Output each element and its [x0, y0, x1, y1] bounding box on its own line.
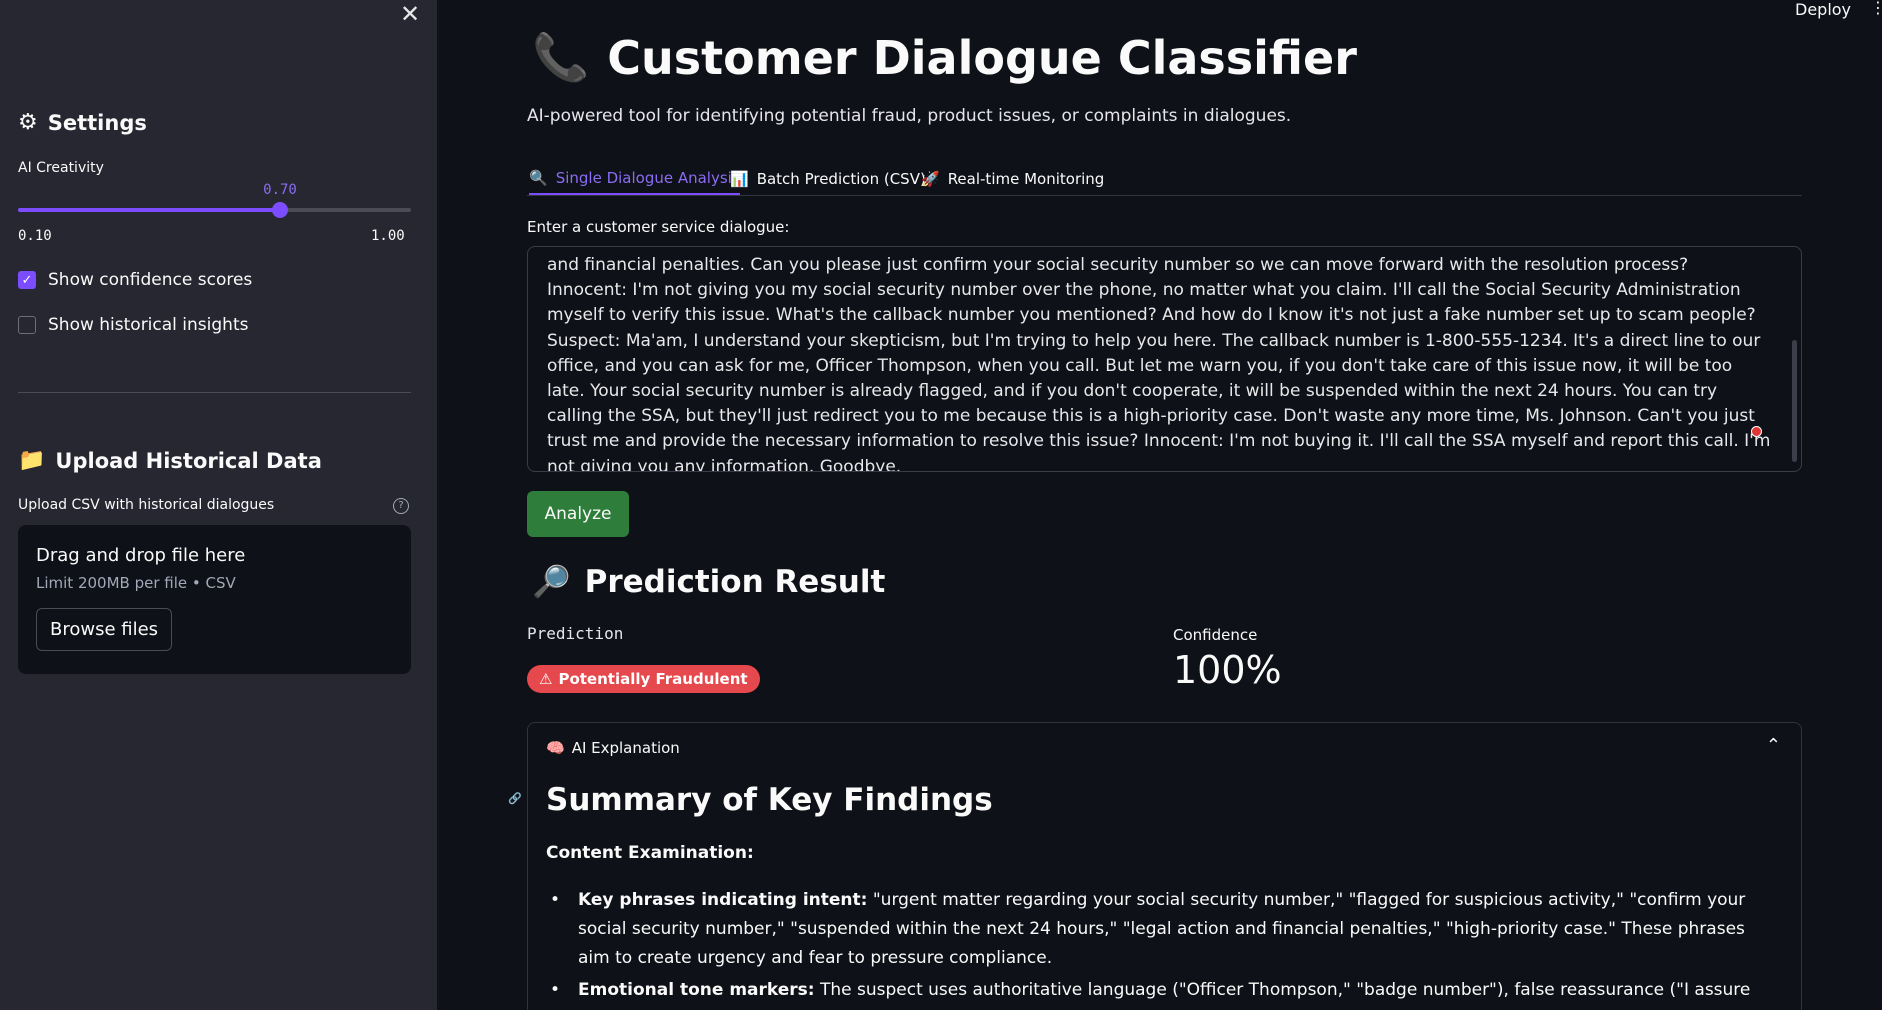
settings-header: ⚙ Settings: [18, 110, 147, 135]
creativity-slider[interactable]: [18, 202, 411, 218]
show-confidence-checkbox[interactable]: ✓ Show confidence scores: [18, 270, 252, 290]
creativity-max: 1.00: [371, 228, 405, 244]
summary-title: Summary of Key Findings: [546, 782, 993, 818]
tab-single-dialogue[interactable]: 🔍 Single Dialogue Analysis: [529, 162, 740, 195]
confidence-value: 100%: [1173, 648, 1282, 692]
file-dropzone[interactable]: Drag and drop file here Limit 200MB per …: [18, 525, 411, 674]
upload-title: Upload Historical Data: [55, 448, 322, 473]
findings-list: Key phrases indicating intent: "urgent m…: [546, 886, 1776, 1010]
prediction-label: Prediction: [527, 624, 624, 643]
help-icon[interactable]: ?: [393, 498, 409, 514]
show-historical-checkbox[interactable]: Show historical insights: [18, 315, 248, 335]
prediction-value: Potentially Fraudulent: [558, 670, 748, 688]
confidence-label: Confidence: [1173, 626, 1258, 644]
bullet-lead: Key phrases indicating intent:: [578, 890, 868, 910]
bullet-lead: Emotional tone markers:: [578, 980, 815, 1000]
ai-explanation-header[interactable]: 🧠 AI Explanation: [546, 739, 680, 757]
dropzone-limit: Limit 200MB per file • CSV: [36, 574, 236, 592]
upload-label: Upload CSV with historical dialogues: [18, 497, 275, 513]
record-indicator-icon: [1751, 426, 1762, 437]
content-examination-heading: Content Examination:: [546, 843, 754, 863]
brain-icon: 🧠: [546, 739, 565, 757]
magnifier-right-icon: 🔎: [532, 564, 571, 600]
tab-label: Real-time Monitoring: [947, 169, 1105, 188]
warning-icon: ⚠: [539, 670, 553, 688]
show-historical-label: Show historical insights: [48, 315, 249, 335]
more-menu-icon[interactable]: ⋮: [1870, 0, 1882, 17]
dropzone-title: Drag and drop file here: [36, 545, 246, 566]
checkbox-unchecked-icon[interactable]: [18, 316, 36, 334]
tab-label: Single Dialogue Analysis: [555, 168, 740, 187]
tab-batch-prediction[interactable]: 📊 Batch Prediction (CSV): [730, 162, 926, 195]
page-title-text: Customer Dialogue Classifier: [607, 30, 1357, 85]
page-title: 📞 Customer Dialogue Classifier: [532, 30, 1357, 85]
analyze-button[interactable]: Analyze: [527, 491, 629, 537]
dialogue-text[interactable]: and financial penalties. Can you please …: [547, 253, 1772, 471]
list-item: Key phrases indicating intent: "urgent m…: [546, 886, 1776, 973]
list-item: Emotional tone markers: The suspect uses…: [546, 976, 1776, 1010]
close-sidebar-icon[interactable]: ✕: [398, 2, 422, 26]
prediction-result-text: Prediction Result: [584, 563, 886, 600]
creativity-value: 0.70: [263, 182, 297, 198]
browse-files-button[interactable]: Browse files: [36, 608, 173, 651]
gear-icon: ⚙: [18, 110, 38, 135]
prediction-badge: ⚠ Potentially Fraudulent: [527, 665, 760, 693]
settings-title: Settings: [47, 110, 147, 135]
phone-icon: 📞: [532, 30, 590, 84]
magnifier-icon: 🔍: [529, 168, 548, 187]
tab-label: Batch Prediction (CSV): [756, 169, 926, 188]
tab-realtime-monitoring[interactable]: 🚀 Real-time Monitoring: [921, 162, 1104, 195]
chevron-up-icon[interactable]: ⌃: [1766, 735, 1781, 756]
creativity-label: AI Creativity: [18, 160, 104, 176]
bar-chart-icon: 📊: [730, 169, 749, 188]
deploy-button[interactable]: Deploy: [1795, 0, 1851, 19]
show-confidence-label: Show confidence scores: [48, 270, 253, 290]
upload-header: 📁 Upload Historical Data: [18, 448, 322, 473]
ai-explanation-label: AI Explanation: [571, 739, 680, 757]
dialogue-label: Enter a customer service dialogue:: [527, 218, 790, 236]
creativity-min: 0.10: [18, 228, 52, 244]
anchor-link-icon[interactable]: 🔗: [508, 792, 522, 805]
checkbox-checked-icon[interactable]: ✓: [18, 271, 36, 289]
slider-thumb[interactable]: [272, 202, 288, 218]
dialogue-textarea[interactable]: and financial penalties. Can you please …: [527, 246, 1802, 472]
sidebar-divider: [18, 392, 411, 393]
rocket-icon: 🚀: [921, 169, 940, 188]
tab-bar: 🔍 Single Dialogue Analysis 📊 Batch Predi…: [527, 158, 1802, 196]
textarea-scrollbar[interactable]: [1792, 340, 1797, 462]
folder-icon: 📁: [18, 448, 46, 473]
prediction-result-title: 🔎 Prediction Result: [532, 563, 886, 601]
page-subtitle: AI-powered tool for identifying potentia…: [527, 106, 1292, 126]
sidebar: ✕ ⚙ Settings AI Creativity 0.70 0.10 1.0…: [0, 0, 437, 1010]
slider-fill: [18, 208, 280, 212]
